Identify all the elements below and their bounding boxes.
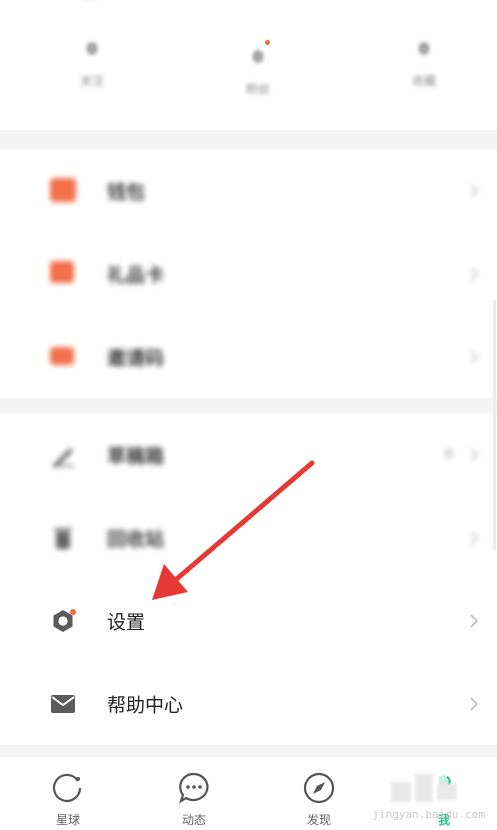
tab-planet-label: 星球 <box>55 813 80 827</box>
menu-item-help-label: 帮助中心 <box>107 694 184 717</box>
menu-item-help[interactable]: 帮助中心 <box>0 663 497 745</box>
stat-favorites-value: 0 <box>418 40 430 58</box>
invite-icon <box>50 344 76 370</box>
stat-favorites[interactable]: 0 收藏 <box>394 40 454 89</box>
tab-planet[interactable]: 星球 <box>38 771 98 828</box>
stat-following-label: 关注 <box>79 74 104 88</box>
chevron-right-icon <box>470 697 479 711</box>
section-divider <box>0 398 497 414</box>
watermark-text: jingyan.baidu.com <box>372 808 485 821</box>
trash-icon <box>54 528 72 549</box>
stat-favorites-label: 收藏 <box>411 74 436 88</box>
mail-icon <box>51 695 75 713</box>
planet-icon <box>52 773 82 803</box>
compass-icon <box>303 772 335 804</box>
menu-item-drafts[interactable]: 草稿箱 0 <box>0 414 497 496</box>
chevron-right-icon <box>470 350 479 364</box>
stat-fans-label: 粉丝 <box>245 82 270 96</box>
draft-icon <box>52 448 74 468</box>
menu-item-invite-label: 邀请码 <box>107 347 165 370</box>
notification-dot <box>265 40 270 45</box>
chevron-right-icon <box>470 448 479 462</box>
chevron-right-icon <box>470 531 479 545</box>
tab-discover-label: 发现 <box>306 813 331 827</box>
stat-fans[interactable]: 0 粉丝 <box>228 48 288 97</box>
menu-item-wallet[interactable]: 钱包 <box>0 150 497 232</box>
wallet-icon <box>50 178 76 204</box>
menu-item-invite[interactable]: 邀请码 <box>0 316 497 398</box>
menu-item-drafts-label: 草稿箱 <box>107 445 165 468</box>
drafts-count: 0 <box>444 447 453 463</box>
tab-feed-label: 动态 <box>181 813 206 827</box>
menu-item-wallet-label: 钱包 <box>107 181 146 204</box>
menu-item-trash[interactable]: 回收站 <box>0 497 497 579</box>
chevron-right-icon <box>470 184 479 198</box>
menu-item-settings[interactable]: 设置 <box>0 580 497 662</box>
settings-icon <box>53 609 76 632</box>
tab-feed[interactable]: 动态 <box>164 771 224 828</box>
menu-item-giftcard-label: 礼品卡 <box>107 264 165 287</box>
watermark-logo <box>391 772 457 804</box>
chevron-right-icon <box>470 267 479 281</box>
scrollbar[interactable] <box>493 300 496 550</box>
stat-following-value: 0 <box>86 40 98 58</box>
menu-item-trash-label: 回收站 <box>107 528 165 551</box>
chevron-right-icon <box>470 614 479 628</box>
gift-card-icon <box>50 261 76 287</box>
stat-following[interactable]: 0 关注 <box>62 40 122 89</box>
section-divider <box>0 130 497 150</box>
profile-stats: 0 关注 0 粉丝 0 收藏 <box>0 0 497 130</box>
tab-discover[interactable]: 发现 <box>289 771 349 828</box>
menu-item-giftcard[interactable]: 礼品卡 <box>0 233 497 315</box>
stat-fans-value: 0 <box>252 48 264 66</box>
chat-icon <box>179 772 209 804</box>
menu-item-settings-label: 设置 <box>107 611 146 634</box>
